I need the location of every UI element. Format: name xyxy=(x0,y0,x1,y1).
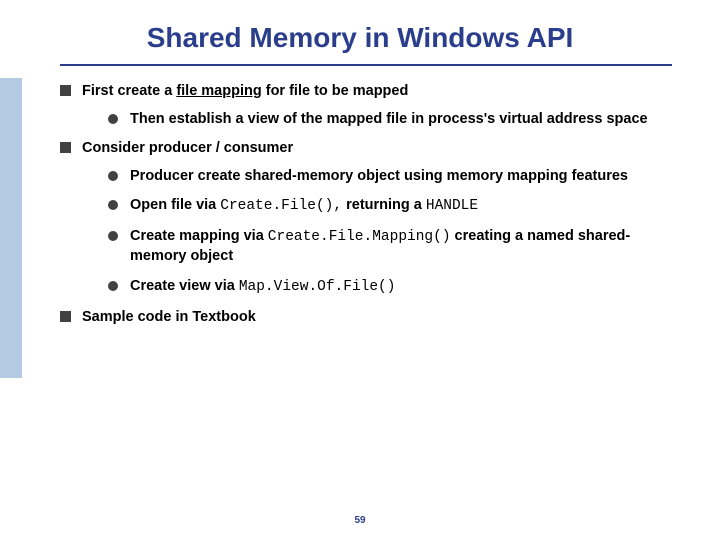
subbullet-open-file: Open file via Create.File(), returning a… xyxy=(108,196,672,217)
text: Producer create shared-memory object usi… xyxy=(130,168,628,184)
round-bullet-icon xyxy=(108,200,118,210)
text: Consider producer / consumer xyxy=(82,140,293,156)
text: returning a xyxy=(342,197,426,213)
title-underline xyxy=(60,64,672,66)
text: Then establish a view of the mapped file… xyxy=(130,111,648,127)
slide-title: Shared Memory in Windows API xyxy=(0,22,720,54)
code-handle: HANDLE xyxy=(426,198,478,214)
square-bullet-icon xyxy=(60,85,71,96)
text: Create mapping via xyxy=(130,228,268,244)
text: First create a xyxy=(82,83,176,99)
text: for file to be mapped xyxy=(262,83,409,99)
bullet-producer-consumer: Consider producer / consumer xyxy=(60,139,672,159)
round-bullet-icon xyxy=(108,231,118,241)
subbullet-establish-view: Then establish a view of the mapped file… xyxy=(108,110,672,130)
square-bullet-icon xyxy=(60,311,71,322)
round-bullet-icon xyxy=(108,171,118,181)
text-bold: file mapping xyxy=(176,83,261,99)
bullet-file-mapping: First create a file mapping for file to … xyxy=(60,82,672,102)
text: Sample code in Textbook xyxy=(82,309,256,325)
subbullet-create-view: Create view via Map.View.Of.File() xyxy=(108,277,672,298)
round-bullet-icon xyxy=(108,114,118,124)
subbullet-create-mapping: Create mapping via Create.File.Mapping()… xyxy=(108,227,672,267)
subbullet-producer-create: Producer create shared-memory object usi… xyxy=(108,167,672,187)
left-sidebar-accent xyxy=(0,78,22,378)
code-map-view-of-file: Map.View.Of.File() xyxy=(239,279,396,295)
code-create-file-mapping: Create.File.Mapping() xyxy=(268,229,451,245)
code-create-file: Create.File(), xyxy=(220,198,342,214)
round-bullet-icon xyxy=(108,281,118,291)
text: Open file via xyxy=(130,197,220,213)
bullet-sample-code: Sample code in Textbook xyxy=(60,308,672,328)
text: Create view via xyxy=(130,278,239,294)
page-number: 59 xyxy=(0,515,720,526)
slide-content: First create a file mapping for file to … xyxy=(60,82,672,335)
square-bullet-icon xyxy=(60,142,71,153)
text: creating a xyxy=(451,228,528,244)
